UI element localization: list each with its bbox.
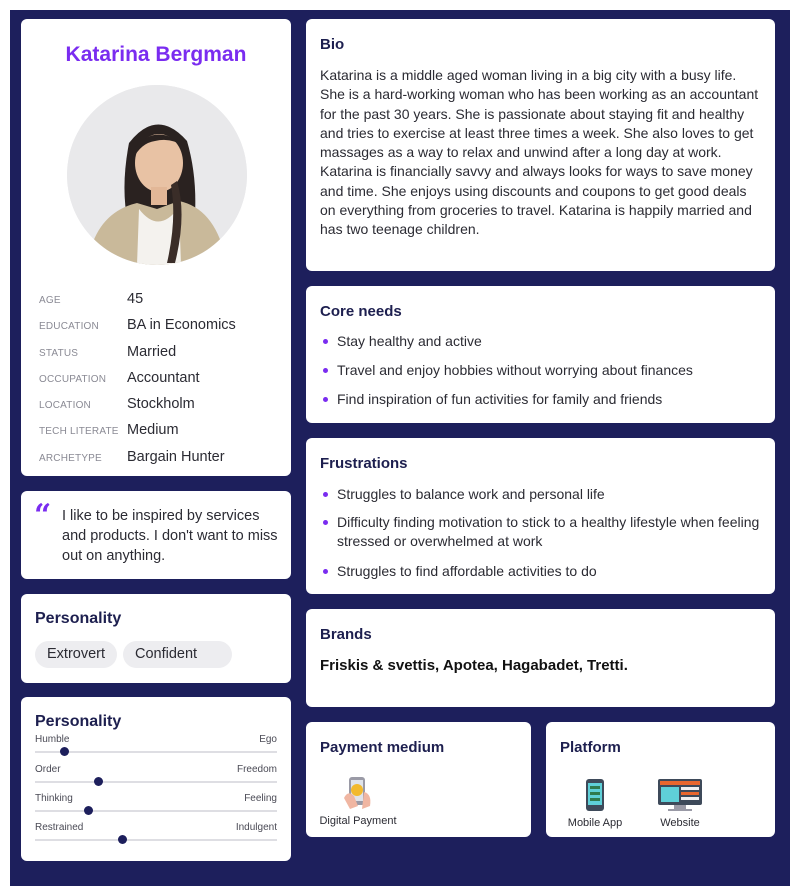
core-need-item: Travel and enjoy hobbies without worryin… bbox=[320, 361, 760, 380]
slider-knob bbox=[118, 835, 128, 844]
fact-value: Stockholm bbox=[127, 396, 195, 413]
payment-item: Digital Payment bbox=[318, 776, 398, 827]
fact-label: ARCHETYPE bbox=[39, 452, 102, 464]
frustrations-list: Struggles to balance work and personal l… bbox=[320, 485, 760, 590]
fact-row: STATUS Married bbox=[39, 344, 279, 370]
platform-item: Mobile App bbox=[560, 778, 630, 829]
fact-label: LOCATION bbox=[39, 400, 91, 412]
brands-title: Brands bbox=[320, 626, 372, 643]
frustrations-title: Frustrations bbox=[320, 455, 408, 472]
slider-right-label: Indulgent bbox=[235, 822, 277, 833]
profile-card: Katarina Bergman AGE 45 EDUCATION BA in Ec… bbox=[21, 19, 291, 476]
personality-slider: Thinking Feeling bbox=[35, 793, 277, 817]
core-needs-card: Core needs Stay healthy and active Trave… bbox=[306, 286, 775, 423]
fact-value: BA in Economics bbox=[127, 317, 236, 334]
quote-mark-icon: “ bbox=[34, 498, 52, 533]
quote-card: “ I like to be inspired by services and … bbox=[21, 491, 291, 579]
personality-tag: Confident bbox=[123, 641, 233, 668]
fact-label: OCCUPATION bbox=[39, 373, 107, 385]
digital-payment-icon bbox=[344, 777, 371, 809]
slider-track bbox=[35, 810, 277, 812]
slider-knob bbox=[60, 747, 70, 756]
quote-text: I like to be inspired by services and pr… bbox=[62, 508, 278, 564]
personality-tags-title: Personality bbox=[35, 610, 122, 627]
slider-left-label: Order bbox=[35, 764, 61, 775]
website-icon bbox=[658, 779, 702, 811]
bio-card: Bio Katarina is a middle aged woman livi… bbox=[306, 19, 775, 271]
frustrations-card: Frustrations Struggles to balance work a… bbox=[306, 438, 775, 594]
fact-row: OCCUPATION Accountant bbox=[39, 370, 279, 396]
platform-item: Website bbox=[650, 778, 710, 829]
slider-left-label: Restrained bbox=[35, 822, 84, 833]
personality-slider: Order Freedom bbox=[35, 764, 277, 788]
brands-card: Brands Friskis & svettis, Apotea, Hagaba… bbox=[306, 609, 775, 707]
slider-knob bbox=[93, 777, 103, 786]
platform-item-label: Mobile App bbox=[567, 817, 623, 829]
fact-row: ARCHETYPE Bargain Hunter bbox=[39, 449, 279, 475]
personality-tag-list: Extrovert Confident bbox=[35, 641, 233, 668]
slider-left-label: Thinking bbox=[35, 793, 73, 804]
slider-track bbox=[35, 781, 277, 783]
fact-value: 45 bbox=[127, 291, 144, 307]
platform-item-label: Website bbox=[660, 817, 700, 829]
payment-medium-title: Payment medium bbox=[320, 739, 445, 756]
frustration-item: Struggles to balance work and personal l… bbox=[320, 485, 760, 504]
frustration-item: Difficulty finding motivation to stick t… bbox=[320, 513, 760, 551]
fact-value: Accountant bbox=[127, 369, 200, 386]
personality-sliders-card: Personality Humble Ego Order Freedom Thi… bbox=[21, 697, 291, 861]
bio-title: Bio bbox=[320, 36, 345, 53]
core-needs-list: Stay healthy and active Travel and enjoy… bbox=[320, 332, 760, 419]
slider-right-label: Freedom bbox=[236, 764, 277, 775]
fact-value: Married bbox=[127, 343, 177, 360]
persona-photo bbox=[67, 85, 247, 265]
persona-facts: AGE 45 EDUCATION BA in Economics STATUS Mar… bbox=[39, 291, 279, 475]
payment-medium-card: Payment medium Digital Payment bbox=[306, 722, 531, 837]
mobile-app-icon bbox=[586, 779, 604, 811]
payment-item-label: Digital Payment bbox=[319, 815, 397, 827]
fact-row: AGE 45 bbox=[39, 291, 279, 317]
core-need-item: Find inspiration of fun activities for f… bbox=[320, 390, 760, 409]
personality-tags-card: Personality Extrovert Confident bbox=[21, 594, 291, 683]
personality-slider: Restrained Indulgent bbox=[35, 822, 277, 846]
personality-slider: Humble Ego bbox=[35, 734, 277, 758]
slider-track bbox=[35, 839, 277, 841]
fact-label: EDUCATION bbox=[39, 321, 99, 333]
core-needs-title: Core needs bbox=[320, 303, 402, 320]
platform-card: Platform Mobile App Website bbox=[546, 722, 775, 837]
fact-label: STATUS bbox=[39, 347, 79, 359]
persona-name: Katarina Bergman bbox=[65, 43, 247, 66]
slider-right-label: Feeling bbox=[244, 793, 277, 804]
frustration-item: Struggles to find affordable activities … bbox=[320, 562, 760, 581]
core-need-item: Stay healthy and active bbox=[320, 332, 760, 351]
slider-right-label: Ego bbox=[259, 734, 277, 745]
personality-sliders-title: Personality bbox=[35, 713, 122, 730]
fact-value: Medium bbox=[127, 422, 179, 439]
slider-knob bbox=[84, 806, 94, 815]
slider-left-label: Humble bbox=[35, 734, 70, 745]
fact-row: LOCATION Stockholm bbox=[39, 396, 279, 422]
bio-text: Katarina is a middle aged woman living i… bbox=[320, 67, 759, 238]
fact-label: TECH LITERATE bbox=[39, 426, 119, 438]
fact-value: Bargain Hunter bbox=[127, 448, 225, 465]
slider-track bbox=[35, 751, 277, 753]
fact-row: TECH LITERATE Medium bbox=[39, 422, 279, 448]
platform-title: Platform bbox=[560, 739, 621, 756]
brands-text: Friskis & svettis, Apotea, Hagabadet, Tr… bbox=[320, 657, 628, 674]
fact-row: EDUCATION BA in Economics bbox=[39, 317, 279, 343]
fact-label: AGE bbox=[39, 295, 61, 306]
personality-tag: Extrovert bbox=[35, 641, 118, 668]
